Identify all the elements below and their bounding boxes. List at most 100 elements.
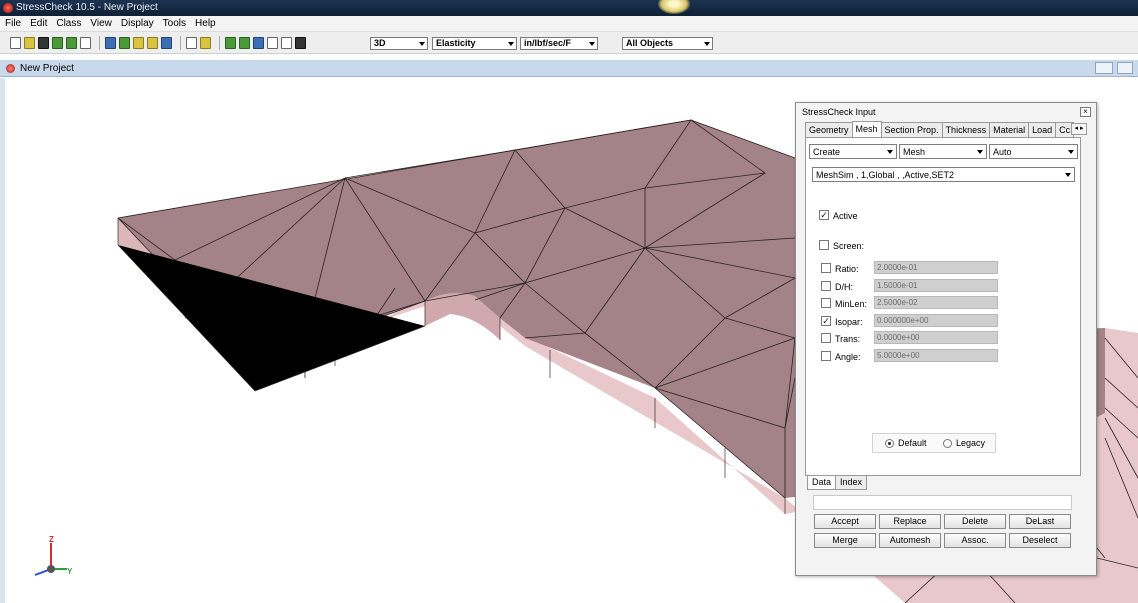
trans-field[interactable]: 0.0000e+00: [874, 331, 998, 344]
deselect-button[interactable]: Deselect: [1009, 533, 1071, 548]
merge-button[interactable]: Merge: [814, 533, 876, 548]
isopar-checkbox[interactable]: ✓: [821, 316, 831, 326]
legacy-label: Legacy: [956, 438, 986, 448]
units-select[interactable]: in/lbf/sec/F: [520, 37, 598, 50]
angle-field[interactable]: 5.0000e+00: [874, 349, 998, 362]
dh-checkbox[interactable]: [821, 281, 831, 291]
chevron-down-icon: [977, 150, 983, 154]
chevron-down-icon: [887, 150, 893, 154]
cut-icon[interactable]: [105, 36, 116, 49]
trans-label: Trans:: [835, 334, 861, 344]
active-checkbox[interactable]: ✓: [819, 210, 829, 220]
undo-icon[interactable]: [161, 36, 172, 49]
minlen-field[interactable]: 2.5000e-02: [874, 296, 998, 309]
restore-button[interactable]: [1095, 62, 1113, 74]
triad-origin: [47, 565, 55, 573]
record-value: MeshSim , 1,Global , ,Active,SET2: [816, 170, 955, 180]
accept-button[interactable]: Accept: [814, 514, 876, 529]
ratio-checkbox[interactable]: [821, 263, 831, 273]
dialog-tabs: Geometry Mesh Section Prop. Thickness Ma…: [805, 121, 1075, 137]
menu-view[interactable]: View: [90, 18, 112, 29]
new-file-icon[interactable]: [10, 36, 21, 49]
menu-file[interactable]: File: [5, 18, 21, 29]
tab-geometry[interactable]: Geometry: [805, 122, 853, 137]
action-combo[interactable]: Create: [809, 144, 897, 159]
delast-button[interactable]: DeLast: [1009, 514, 1071, 529]
open-folder-icon[interactable]: [24, 36, 35, 49]
tab-section-prop[interactable]: Section Prop.: [880, 122, 943, 137]
camera-icon[interactable]: [295, 36, 306, 49]
data-input[interactable]: [813, 495, 1072, 510]
toolbar-divider: [219, 35, 220, 50]
record-combo[interactable]: MeshSim , 1,Global , ,Active,SET2: [812, 167, 1075, 182]
filter-value: All Objects: [626, 38, 674, 48]
export-icon[interactable]: [66, 36, 77, 49]
light-icon[interactable]: [200, 36, 211, 49]
menu-help[interactable]: Help: [195, 18, 216, 29]
view-mode-select[interactable]: 3D: [370, 37, 428, 50]
tab-material[interactable]: Material: [989, 122, 1030, 137]
copy-icon[interactable]: [133, 36, 144, 49]
tab-load[interactable]: Load: [1028, 122, 1057, 137]
isopar-label: Isopar:: [835, 317, 863, 327]
screen-checkbox[interactable]: [819, 240, 829, 250]
stresscheck-input-dialog: StressCheck Input × Geometry Mesh Sectio…: [795, 102, 1097, 576]
method-combo[interactable]: Auto: [989, 144, 1078, 159]
beam-icon[interactable]: [239, 36, 250, 49]
menu-bar: File Edit Class View Display Tools Help: [0, 16, 1138, 32]
save-icon[interactable]: [38, 36, 49, 49]
toolbar-divider: [99, 35, 100, 50]
dialog-title: StressCheck Input: [802, 107, 876, 117]
document-title: New Project: [20, 63, 74, 74]
close-document-button[interactable]: [1117, 62, 1133, 74]
toolbar-divider: [180, 35, 181, 50]
tab-data[interactable]: Data: [807, 476, 837, 490]
plot-icon[interactable]: [267, 36, 278, 49]
automesh-button[interactable]: Automesh: [879, 533, 941, 548]
analysis-value: Elasticity: [436, 38, 476, 48]
dh-field[interactable]: 1.5000e-01: [874, 279, 998, 292]
action-value: Create: [813, 147, 841, 157]
analysis-select[interactable]: Elasticity: [432, 37, 517, 50]
menu-class[interactable]: Class: [56, 18, 81, 29]
units-value: in/lbf/sec/F: [524, 38, 572, 48]
mesh-panel: Create Mesh Auto MeshSim , 1,Global , ,A…: [805, 137, 1081, 476]
probe-icon[interactable]: [281, 36, 292, 49]
assoc-button[interactable]: Assoc.: [944, 533, 1006, 548]
object-combo[interactable]: Mesh: [899, 144, 987, 159]
import-icon[interactable]: [52, 36, 63, 49]
close-icon[interactable]: ×: [1080, 107, 1091, 117]
paste-icon[interactable]: [147, 36, 158, 49]
zoom-fit-icon[interactable]: [186, 36, 197, 49]
select-icon[interactable]: [119, 36, 130, 49]
dh-label: D/H:: [835, 282, 853, 292]
legacy-radio[interactable]: [943, 439, 952, 448]
tab-scroll-arrows[interactable]: ◂ ▸: [1071, 123, 1087, 135]
triad-y-label: Y: [67, 567, 73, 576]
app-icon: [3, 3, 13, 13]
default-radio[interactable]: [885, 439, 894, 448]
object-filter-select[interactable]: All Objects: [622, 37, 713, 50]
chevron-down-icon: [589, 42, 595, 46]
replace-button[interactable]: Replace: [879, 514, 941, 529]
minlen-label: MinLen:: [835, 299, 868, 309]
angle-label: Angle:: [835, 352, 861, 362]
tab-index[interactable]: Index: [835, 476, 868, 490]
isopar-field[interactable]: 0.000000e+00: [874, 314, 998, 327]
tab-mesh[interactable]: Mesh: [851, 121, 882, 137]
mesh-display-icon[interactable]: [225, 36, 236, 49]
default-label: Default: [898, 438, 927, 448]
menu-edit[interactable]: Edit: [30, 18, 47, 29]
minlen-checkbox[interactable]: [821, 298, 831, 308]
ratio-field[interactable]: 2.0000e-01: [874, 261, 998, 274]
chevron-down-icon: [1065, 173, 1071, 177]
active-label: Active: [833, 211, 858, 221]
angle-checkbox[interactable]: [821, 351, 831, 361]
section-icon[interactable]: [253, 36, 264, 49]
tab-thickness[interactable]: Thickness: [941, 122, 991, 137]
trans-checkbox[interactable]: [821, 333, 831, 343]
menu-display[interactable]: Display: [121, 18, 154, 29]
menu-tools[interactable]: Tools: [163, 18, 186, 29]
print-icon[interactable]: [80, 36, 91, 49]
delete-button[interactable]: Delete: [944, 514, 1006, 529]
